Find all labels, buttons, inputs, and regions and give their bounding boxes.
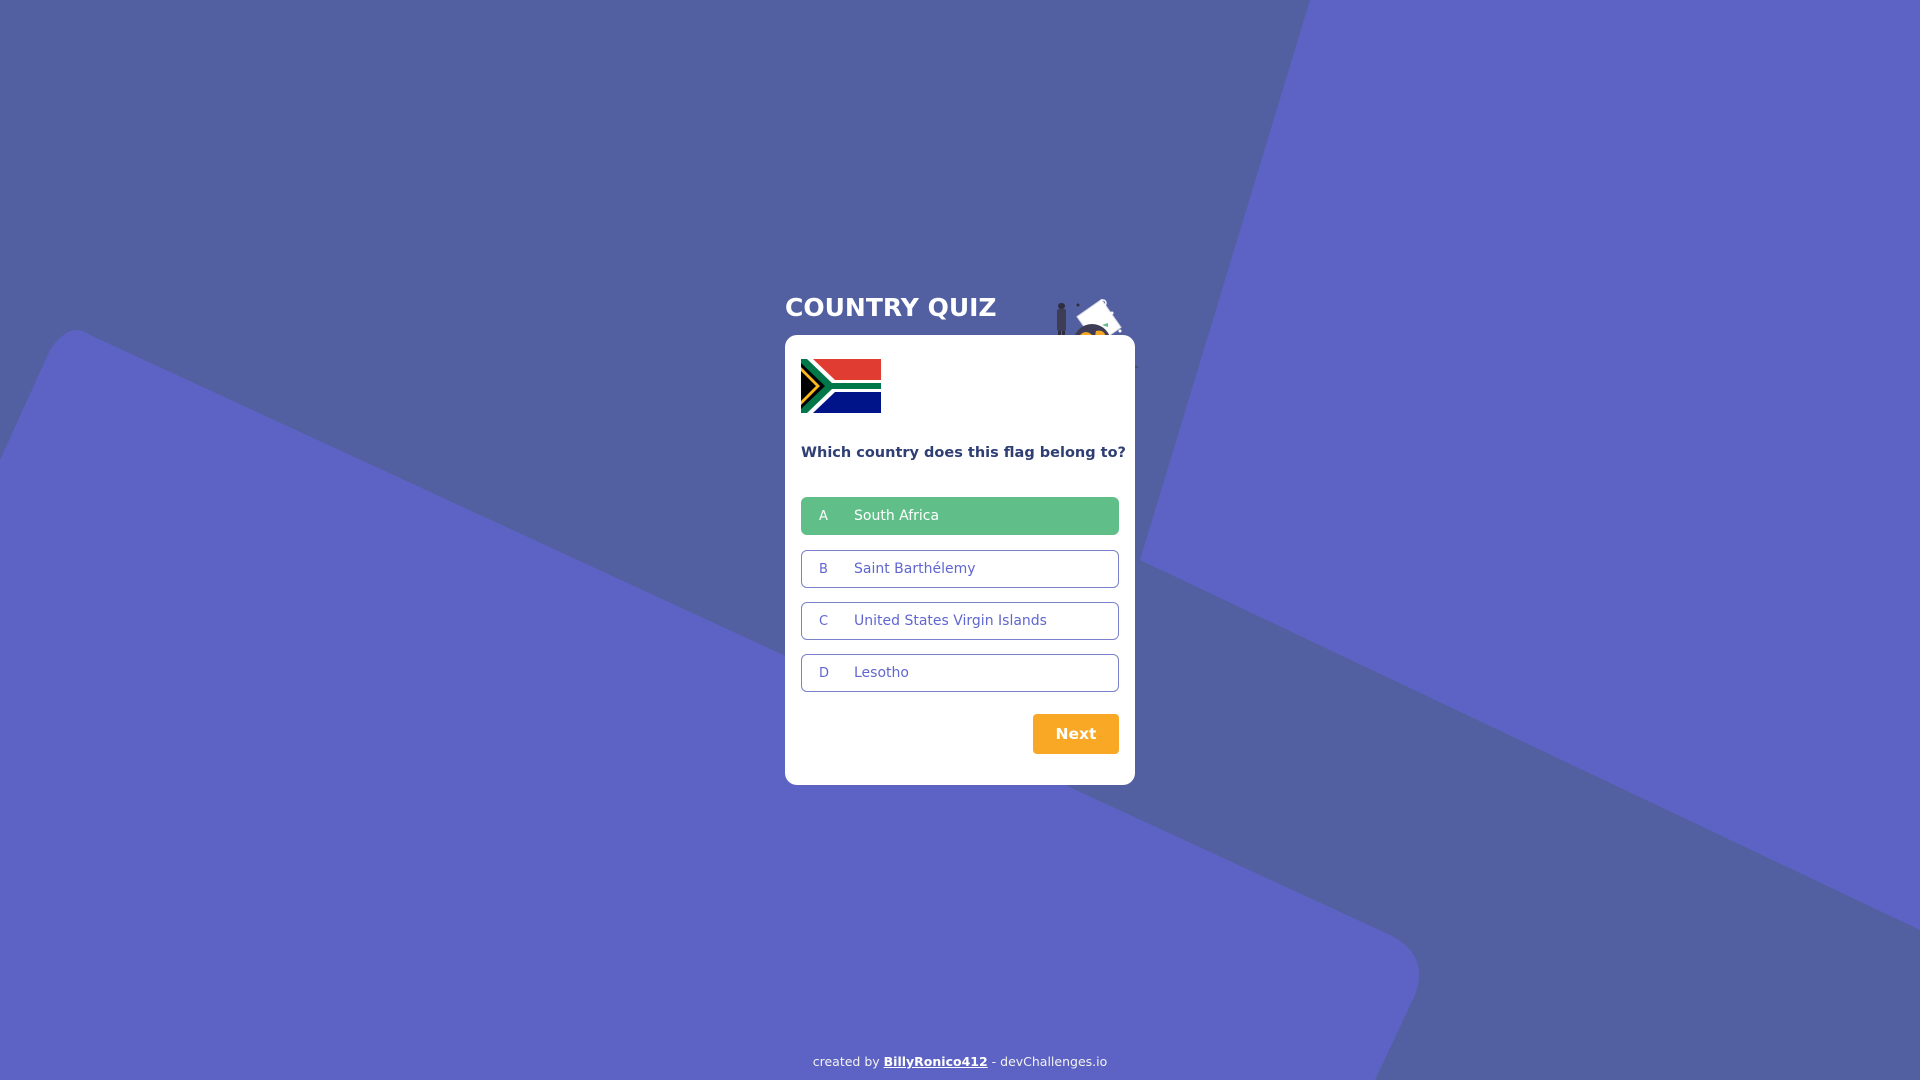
option-label: Saint Barthélemy — [854, 561, 976, 577]
option-letter: C — [819, 613, 829, 629]
next-button[interactable]: Next — [1033, 714, 1119, 754]
footer-prefix: created by — [812, 1054, 884, 1069]
option-letter: D — [819, 665, 830, 681]
option-letter: B — [819, 561, 828, 577]
answer-option-b[interactable]: B Saint Barthélemy — [801, 550, 1119, 588]
quiz-card: Which country does this flag belong to? … — [785, 335, 1135, 785]
option-label: South Africa — [854, 508, 940, 524]
footer-credits: created by BillyRonico412 - devChallenge… — [0, 1054, 1920, 1069]
answer-option-d[interactable]: D Lesotho — [801, 654, 1119, 692]
option-label: United States Virgin Islands — [854, 613, 1047, 629]
footer-suffix: - devChallenges.io — [987, 1054, 1108, 1069]
south-africa-flag-icon — [801, 359, 881, 413]
option-label: Lesotho — [854, 665, 909, 681]
page-title: COUNTRY QUIZ — [785, 293, 997, 322]
answer-option-c[interactable]: C United States Virgin Islands — [801, 602, 1119, 640]
answer-option-a[interactable]: A South Africa — [801, 497, 1119, 535]
author-link[interactable]: BillyRonico412 — [884, 1054, 988, 1069]
question-text: Which country does this flag belong to? — [801, 445, 1126, 461]
option-letter: A — [819, 508, 828, 524]
